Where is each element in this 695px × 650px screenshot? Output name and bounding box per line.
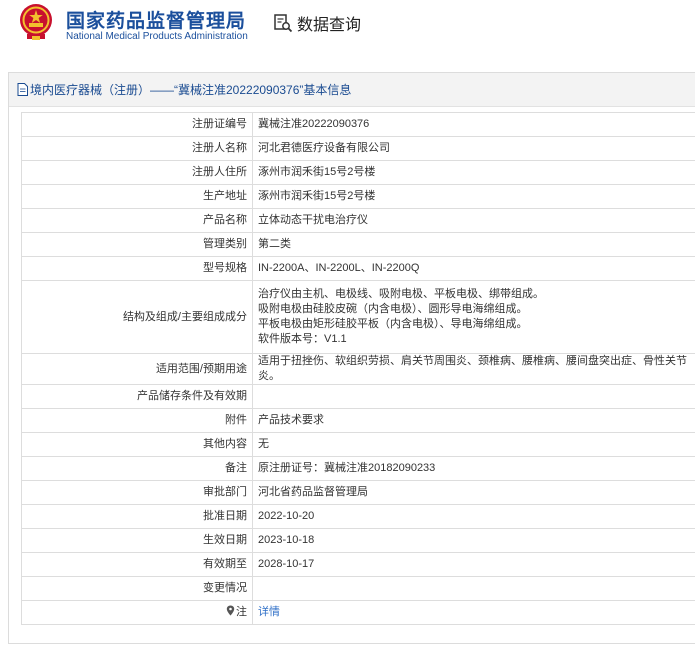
row-value: 治疗仪由主机、电极线、吸附电极、平板电极、绑带组成。 吸附电极由硅胶皮碗（内含电… [252, 280, 695, 354]
data-query-label: 数据查询 [297, 17, 362, 34]
row-value: 无 [252, 432, 695, 457]
row-value: 冀械注准20222090376 [252, 112, 695, 137]
table-row: 附件 产品技术要求 [21, 408, 695, 433]
row-value: 涿州市润禾街15号2号楼 [252, 160, 695, 185]
row-value: 立体动态干扰电治疗仪 [252, 208, 695, 233]
row-label: 变更情况 [21, 576, 253, 601]
row-value: 2023-10-18 [252, 528, 695, 553]
table-row: 其他内容 无 [21, 432, 695, 457]
table-row: 产品名称 立体动态干扰电治疗仪 [21, 208, 695, 233]
row-label: 生效日期 [21, 528, 253, 553]
row-label: 有效期至 [21, 552, 253, 577]
row-value: 详情 [252, 600, 695, 625]
row-value: 2022-10-20 [252, 504, 695, 529]
panel-title-bar: 境内医疗器械（注册）——“冀械注准20222090376”基本信息 [9, 73, 695, 107]
row-value: 适用于扭挫伤、软组织劳损、肩关节周围炎、颈椎病、腰椎病、腰间盘突出症、骨性关节炎… [252, 353, 695, 385]
registration-info-table: 注册证编号 冀械注准20222090376 注册人名称 河北君德医疗设备有限公司… [21, 112, 695, 625]
row-label: 注 [21, 600, 253, 625]
table-row: 生效日期 2023-10-18 [21, 528, 695, 553]
details-link[interactable]: 详情 [258, 606, 280, 618]
table-row: 注册人住所 涿州市润禾街15号2号楼 [21, 160, 695, 185]
row-value: 第二类 [252, 232, 695, 257]
national-emblem-icon [20, 4, 52, 40]
row-label: 批准日期 [21, 504, 253, 529]
table-row: 注册证编号 冀械注准20222090376 [21, 112, 695, 137]
note-label: 注 [236, 606, 247, 618]
table-row: 生产地址 涿州市润禾街15号2号楼 [21, 184, 695, 209]
row-value: 涿州市润禾街15号2号楼 [252, 184, 695, 209]
row-label: 其他内容 [21, 432, 253, 457]
row-label: 产品名称 [21, 208, 253, 233]
table-row: 批准日期 2022-10-20 [21, 504, 695, 529]
brand-name-cn: 国家药品监督管理局 [66, 11, 247, 32]
table-row: 适用范围/预期用途 适用于扭挫伤、软组织劳损、肩关节周围炎、颈椎病、腰椎病、腰间… [21, 353, 695, 385]
row-label: 生产地址 [21, 184, 253, 209]
row-value: 河北省药品监督管理局 [252, 480, 695, 505]
composition-line: 软件版本号：V1.1 [258, 333, 347, 345]
composition-line: 吸附电极由硅胶皮碗（内含电极）、圆形导电海绵组成。 [258, 303, 528, 315]
detail-panel: 境内医疗器械（注册）——“冀械注准20222090376”基本信息 注册证编号 … [8, 72, 695, 644]
row-value: 2028-10-17 [252, 552, 695, 577]
table-row: 型号规格 IN-2200A、IN-2200L、IN-2200Q [21, 256, 695, 281]
table-row: 结构及组成/主要组成成分 治疗仪由主机、电极线、吸附电极、平板电极、绑带组成。 … [21, 280, 695, 354]
row-value: 产品技术要求 [252, 408, 695, 433]
data-query-link[interactable]: 数据查询 [273, 12, 361, 34]
row-label: 型号规格 [21, 256, 253, 281]
row-label: 结构及组成/主要组成成分 [21, 280, 253, 354]
row-label: 备注 [21, 456, 253, 481]
table-row: 管理类别 第二类 [21, 232, 695, 257]
data-query-icon [274, 14, 293, 33]
row-value: IN-2200A、IN-2200L、IN-2200Q [252, 256, 695, 281]
row-label: 管理类别 [21, 232, 253, 257]
row-value: 原注册证号：冀械注准20182090233 [252, 456, 695, 481]
row-label: 注册证编号 [21, 112, 253, 137]
composition-line: 平板电极由矩形硅胶平板（内含电极）、导电海绵组成。 [258, 318, 528, 330]
table-row: 注册人名称 河北君德医疗设备有限公司 [21, 136, 695, 161]
map-pin-icon [226, 605, 235, 616]
table-row: 注 详情 [21, 600, 695, 625]
row-value [252, 384, 695, 409]
row-label: 附件 [21, 408, 253, 433]
table-row: 审批部门 河北省药品监督管理局 [21, 480, 695, 505]
row-label: 产品储存条件及有效期 [21, 384, 253, 409]
table-row: 产品储存条件及有效期 [21, 384, 695, 409]
row-value: 河北君德医疗设备有限公司 [252, 136, 695, 161]
row-label: 适用范围/预期用途 [21, 353, 253, 385]
row-value [252, 576, 695, 601]
row-label: 注册人名称 [21, 136, 253, 161]
panel-title: 境内医疗器械（注册）——“冀械注准20222090376”基本信息 [30, 83, 352, 97]
brand-name-en: National Medical Products Administration [66, 31, 248, 42]
row-label: 审批部门 [21, 480, 253, 505]
table-row: 有效期至 2028-10-17 [21, 552, 695, 577]
composition-line: 治疗仪由主机、电极线、吸附电极、平板电极、绑带组成。 [258, 288, 544, 300]
document-icon [17, 83, 28, 96]
table-row: 变更情况 [21, 576, 695, 601]
row-label: 注册人住所 [21, 160, 253, 185]
site-header: 国家药品监督管理局 National Medical Products Admi… [0, 0, 695, 55]
table-row: 备注 原注册证号：冀械注准20182090233 [21, 456, 695, 481]
